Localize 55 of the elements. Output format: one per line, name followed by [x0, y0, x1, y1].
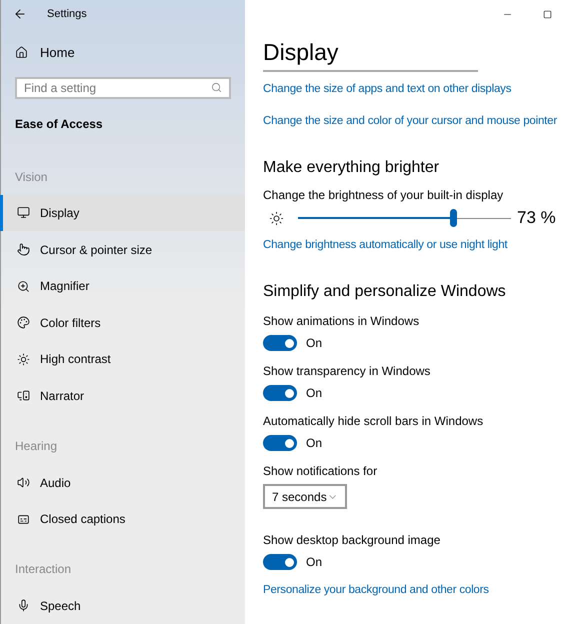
category-title: Ease of Access	[15, 116, 103, 134]
home-link[interactable]: Home	[40, 42, 75, 62]
slider-value: 73 %	[517, 207, 556, 230]
nav-item[interactable]: Audio	[0, 464, 245, 501]
nav-item[interactable]: Magnifier	[0, 268, 245, 304]
toggle-state: On	[306, 385, 322, 402]
toggle-state: On	[306, 435, 322, 452]
maximize-icon[interactable]	[543, 10, 552, 18]
toggle-label: Automatically hide scroll bars in Windows	[263, 413, 484, 430]
toggle-state: On	[306, 554, 322, 571]
zoom-in-icon	[17, 280, 30, 293]
section-heading: Simplify and personalize Windows	[263, 282, 506, 302]
toggle-switch[interactable]	[263, 554, 297, 570]
section-label: Hearing	[15, 438, 58, 456]
toggle-state: On	[306, 335, 322, 352]
notification-duration-dropdown[interactable]: 7 seconds	[263, 484, 347, 509]
nav-item[interactable]: Closed captions	[0, 500, 245, 538]
toggle-switch[interactable]	[263, 435, 297, 451]
section-label: Vision	[15, 168, 48, 186]
captions-icon	[17, 512, 30, 526]
nav-item[interactable]: High contrast	[0, 341, 245, 378]
hand-pointer-icon	[17, 243, 30, 256]
nav-item[interactable]: Display	[0, 194, 245, 232]
toggle-label: Show transparency in Windows	[263, 363, 432, 380]
nav-item[interactable]: Cursor & pointer size	[0, 231, 245, 268]
brightness-slider[interactable]	[298, 208, 511, 228]
palette-icon	[17, 316, 30, 330]
sun-icon	[269, 210, 284, 226]
home-icon[interactable]	[15, 46, 28, 60]
section-heading: Make everything brighter	[263, 158, 440, 178]
search-field[interactable]: Find a setting	[15, 76, 231, 99]
back-icon[interactable]	[13, 7, 27, 22]
link[interactable]: Personalize your background and other colors	[263, 582, 489, 600]
search-icon	[211, 82, 222, 94]
dropdown-label: Show notifications for	[263, 463, 378, 480]
microphone-icon	[17, 599, 30, 612]
speaker-icon	[17, 476, 30, 490]
link[interactable]: Change the size of apps and text on other displays	[263, 81, 512, 99]
page-title: Display	[263, 39, 338, 65]
nav-item[interactable]: Speech	[0, 587, 245, 624]
monitor-icon	[17, 206, 30, 220]
sun-icon	[17, 352, 30, 366]
section-label: Interaction	[15, 561, 72, 578]
toggle-label: Show desktop background image	[263, 532, 442, 549]
monitor-speaker-icon	[17, 389, 30, 402]
window-title: Settings	[47, 6, 87, 22]
toggle-switch[interactable]	[263, 335, 297, 351]
toggle-label: Show animations in Windows	[263, 313, 420, 330]
nav-item[interactable]: Color filters	[0, 304, 245, 342]
toggle-switch[interactable]	[263, 385, 297, 401]
nav-item[interactable]: Narrator	[0, 378, 245, 414]
link[interactable]: Change brightness automatically or use night light	[263, 237, 508, 255]
link[interactable]: Change the size and color of your cursor and mouse pointer	[263, 113, 557, 131]
slider-label: Change the brightness of your built-in display	[263, 187, 504, 204]
slider-thumb[interactable]	[450, 209, 458, 227]
